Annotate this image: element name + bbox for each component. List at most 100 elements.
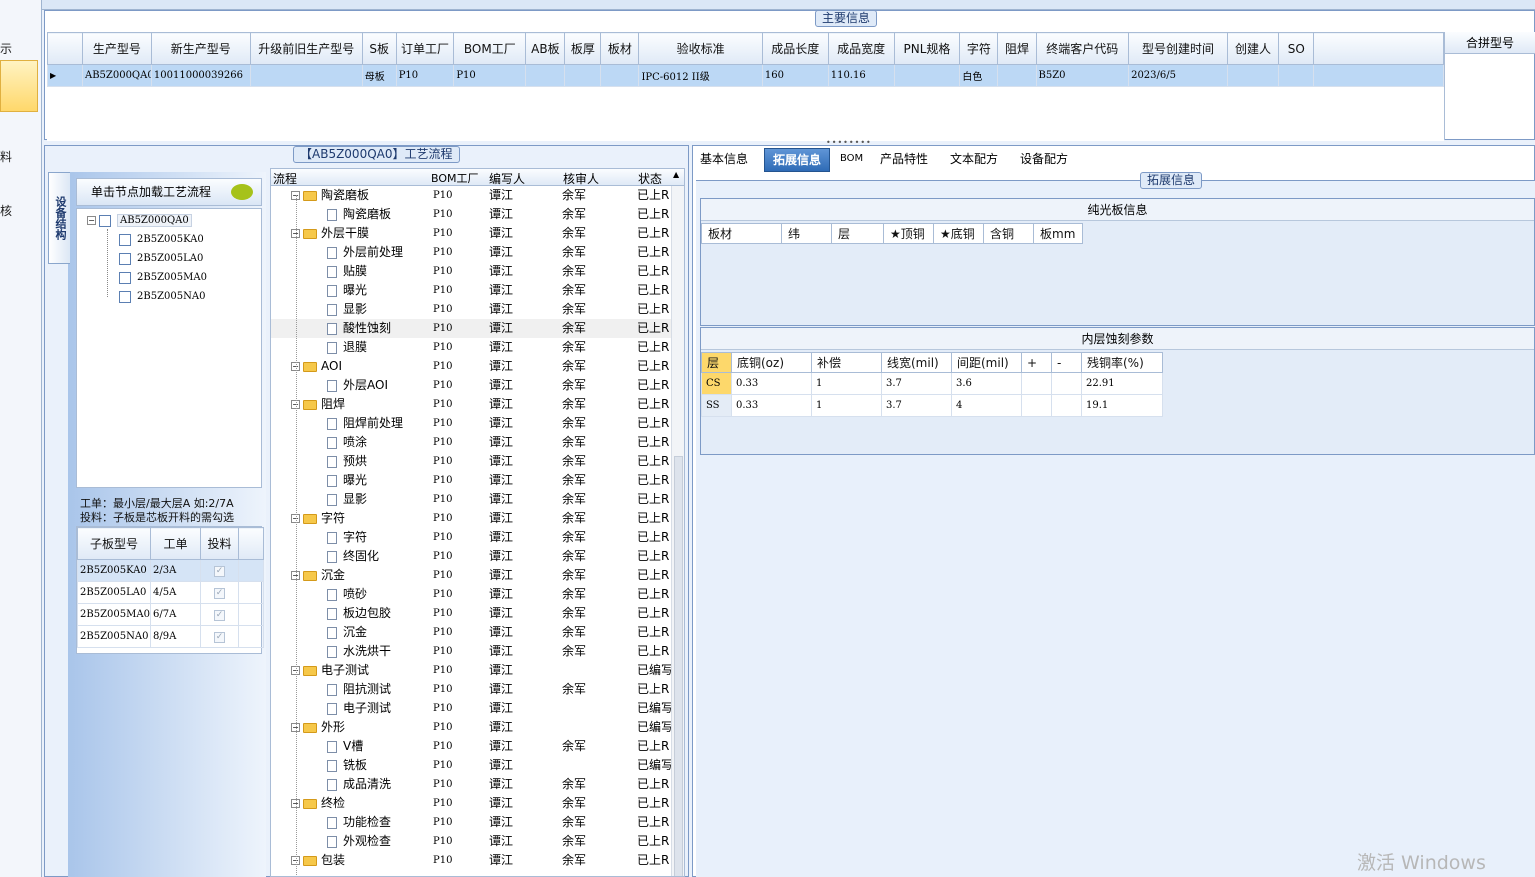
etch-col-header[interactable]: 层 (701, 352, 732, 373)
flow-group-row[interactable]: − 阻焊 P10 谭江 余军 已上R (271, 395, 671, 414)
feed-cell[interactable]: ✓ (200, 603, 239, 626)
etch-cell[interactable] (1021, 372, 1052, 395)
subboard-model-cell[interactable]: 2B5Z005MA0 (77, 603, 151, 626)
etch-cell[interactable]: 1 (811, 372, 882, 395)
tab-equipment-recipe[interactable]: 设备配方 (1020, 148, 1068, 172)
workorder-cell[interactable]: 2/3A (150, 559, 201, 582)
flow-step-row[interactable]: 曝光 P10 谭江 余军 已上R (271, 281, 671, 300)
subboard-model-cell[interactable]: 2B5Z005KA0 (77, 559, 151, 582)
flow-step-row[interactable]: 显影 P10 谭江 余军 已上R (271, 490, 671, 509)
nav-item-label[interactable]: 料 (0, 148, 12, 165)
pure-board-col-header[interactable]: 纬 (781, 223, 832, 244)
etch-cell[interactable]: 19.1 (1081, 394, 1163, 417)
pure-board-col-header[interactable]: 板mm (1033, 223, 1083, 244)
flow-step-row[interactable]: 功能检查 P10 谭江 余军 已上R (271, 813, 671, 832)
workorder-cell[interactable]: 8/9A (150, 625, 201, 648)
main-col-header[interactable]: AB板 (525, 32, 566, 65)
etch-cell[interactable]: 0.33 (731, 394, 812, 417)
etch-cell[interactable]: CS (701, 372, 732, 395)
flow-col-header[interactable]: 流程 (273, 170, 297, 187)
subboard-row[interactable]: 2B5Z005KA0 2/3A ✓ (77, 559, 264, 582)
flow-step-row[interactable]: 酸性蚀刻 P10 谭江 余军 已上R (271, 319, 671, 338)
flow-group-row[interactable]: − 电子测试 P10 谭江 已编写 (271, 661, 673, 680)
subboard-header[interactable]: 子板型号 (77, 527, 151, 560)
flow-step-row[interactable]: 电子测试 P10 谭江 已编写 (271, 699, 673, 718)
feed-cell[interactable]: ✓ (200, 559, 239, 582)
reviewer-col-header[interactable]: 核审人 (563, 170, 599, 187)
subboard-row[interactable]: 2B5Z005MA0 6/7A ✓ (77, 603, 264, 626)
main-cell[interactable] (893, 64, 961, 87)
feed-checkbox-icon[interactable]: ✓ (214, 587, 225, 599)
flow-step-row[interactable]: V槽 P10 谭江 余军 已上R (271, 737, 671, 756)
flow-group-row[interactable]: − AOI P10 谭江 余军 已上R (271, 357, 671, 376)
tree-root[interactable]: − AB5Z000QA0 (87, 213, 192, 229)
main-info-row[interactable]: ▶ AB5Z000QA0 10011000039266 母板 P10 P10 IPC-601… (47, 64, 1444, 87)
main-col-header[interactable]: 终端客户代码 (1035, 32, 1130, 65)
main-col-header[interactable]: 新生产型号 (150, 32, 251, 65)
flow-scrollbar[interactable] (671, 186, 684, 876)
feed-checkbox-icon[interactable]: ✓ (214, 565, 225, 577)
etch-cell[interactable]: 3.7 (881, 372, 952, 395)
main-cell[interactable] (1226, 64, 1280, 87)
main-cell[interactable]: P10 (453, 64, 527, 87)
flow-group-row[interactable]: − 外层干膜 P10 谭江 余军 已上R (271, 224, 671, 243)
main-col-header[interactable]: 阻焊 (997, 32, 1037, 65)
flow-step-row[interactable]: 喷砂 P10 谭江 余军 已上R (271, 585, 671, 604)
pure-board-col-header[interactable]: ★顶铜 (883, 223, 934, 244)
workorder-cell[interactable]: 4/5A (150, 581, 201, 604)
checkbox-icon[interactable] (99, 214, 111, 227)
workorder-header[interactable]: 工单 (150, 527, 201, 560)
checkbox-icon[interactable] (119, 271, 131, 284)
tab-basic-info[interactable]: 基本信息 (700, 148, 748, 172)
main-col-header[interactable]: 升级前旧生产型号 (249, 32, 363, 65)
flow-step-row[interactable]: 阻焊前处理 P10 谭江 余军 已上R (271, 414, 671, 433)
tab-product-features[interactable]: 产品特性 (880, 148, 928, 172)
main-col-header[interactable]: 验收标准 (638, 32, 763, 65)
etch-cell[interactable]: SS (701, 394, 732, 417)
flow-step-row[interactable]: 显影 P10 谭江 余军 已上R (271, 300, 671, 319)
tree-child[interactable]: 2B5Z005MA0 (119, 270, 207, 286)
main-cell[interactable]: 160 (761, 64, 829, 87)
feed-header[interactable]: 投料 (200, 527, 239, 560)
main-cell[interactable] (997, 64, 1037, 87)
etch-col-header[interactable]: 线宽(mil) (881, 352, 952, 373)
main-col-header[interactable]: 生产型号 (81, 32, 152, 65)
main-cell[interactable]: IPC-6012 II级 (638, 64, 763, 87)
etch-row[interactable]: SS 0.33 1 3.7 4 19.1 (701, 394, 1163, 417)
subboard-model-cell[interactable]: 2B5Z005LA0 (77, 581, 151, 604)
flow-group-row[interactable]: − 沉金 P10 谭江 余军 已上R (271, 566, 671, 585)
main-col-header[interactable]: 成品宽度 (827, 32, 895, 65)
main-cell[interactable] (600, 64, 640, 87)
main-col-header[interactable]: 型号创建时间 (1128, 32, 1228, 65)
main-col-header[interactable]: 创建人 (1226, 32, 1280, 65)
flow-step-row[interactable]: 曝光 P10 谭江 余军 已上R (271, 471, 671, 490)
main-col-header[interactable]: SO (1278, 32, 1315, 65)
tree-child[interactable]: 2B5Z005KA0 (119, 232, 204, 248)
etch-col-header[interactable]: 补偿 (811, 352, 882, 373)
tree-child[interactable]: 2B5Z005NA0 (119, 289, 205, 305)
pure-board-col-header[interactable]: 板材 (701, 223, 782, 244)
feed-cell[interactable]: ✓ (200, 625, 239, 648)
main-cell[interactable]: 白色 (959, 64, 999, 87)
bom-col-header[interactable]: BOM工厂 (431, 170, 479, 186)
main-col-header[interactable]: 字符 (959, 32, 999, 65)
tree-child[interactable]: 2B5Z005LA0 (119, 251, 203, 267)
nav-selected-item[interactable] (0, 60, 38, 112)
flow-step-row[interactable]: 退膜 P10 谭江 余军 已上R (271, 338, 671, 357)
writer-col-header[interactable]: 编写人 (489, 170, 525, 187)
etch-cell[interactable]: 22.91 (1081, 372, 1163, 395)
workorder-cell[interactable]: 6/7A (150, 603, 201, 626)
flow-step-row[interactable]: 外观检查 P10 谭江 余军 已上R (271, 832, 671, 851)
etch-cell[interactable] (1021, 394, 1052, 417)
main-col-header[interactable]: PNL规格 (893, 32, 961, 65)
flow-step-row[interactable]: 阻抗测试 P10 谭江 余军 已上R (271, 680, 671, 699)
etch-cell[interactable]: 1 (811, 394, 882, 417)
etch-cell[interactable]: 4 (951, 394, 1022, 417)
main-cell[interactable] (1278, 64, 1315, 87)
main-col-header[interactable]: 成品长度 (761, 32, 829, 65)
etch-col-header[interactable]: 底铜(oz) (731, 352, 812, 373)
etch-cell[interactable]: 3.7 (881, 394, 952, 417)
subboard-row[interactable]: 2B5Z005LA0 4/5A ✓ (77, 581, 264, 604)
status-col-header[interactable]: 状态 (638, 170, 662, 187)
main-cell[interactable] (564, 64, 602, 87)
